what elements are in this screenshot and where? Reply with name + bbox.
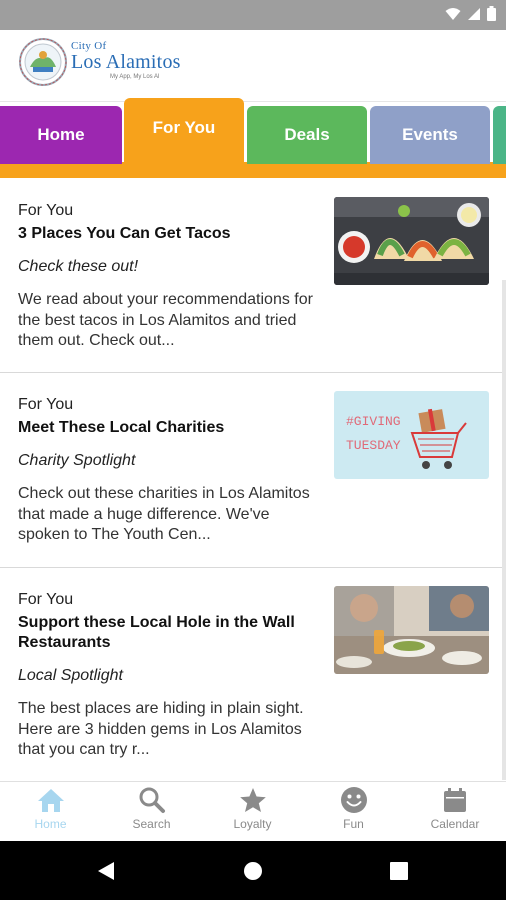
nav-calendar-label: Calendar <box>430 817 480 831</box>
app-header: City Of Los Alamitos My App, My Los Al <box>0 30 506 102</box>
card-subtitle: Local Spotlight <box>18 667 123 684</box>
logo-tagline: My App, My Los Al <box>110 74 160 80</box>
nav-calendar[interactable]: Calendar <box>404 786 506 842</box>
giving-tuesday-line1: #GIVING <box>346 414 401 429</box>
tab-deals[interactable]: Deals <box>247 106 367 164</box>
tab-events-label: Events <box>402 125 458 144</box>
giving-tuesday-line2: TUESDAY <box>346 438 401 453</box>
tab-more[interactable] <box>493 106 506 164</box>
home-icon <box>37 789 64 812</box>
tacos-image[interactable] <box>334 197 489 285</box>
card-category: For You <box>18 396 74 413</box>
tab-for-you-label: For You <box>152 118 216 137</box>
feed-card-restaurants[interactable]: For You Support these Local Hole in the … <box>0 569 506 780</box>
restaurant-image[interactable] <box>334 586 489 674</box>
logo-city-name: Los Alamitos <box>71 51 181 73</box>
nav-fun[interactable]: Fun <box>303 786 404 842</box>
card-text: For You 3 Places You Can Get Tacos Check… <box>18 201 318 352</box>
recents-square-icon[interactable] <box>390 862 408 880</box>
status-icons <box>445 6 496 21</box>
status-bar <box>0 0 506 30</box>
smiley-icon <box>340 787 367 813</box>
search-icon <box>139 787 165 813</box>
tab-home-label: Home <box>37 125 85 144</box>
card-title: Support these Local Hole in the Wall Res… <box>18 614 295 651</box>
nav-loyalty[interactable]: Loyalty <box>202 786 303 842</box>
feed-card-charities[interactable]: For You Meet These Local Charities Chari… <box>0 374 506 568</box>
card-text: For You Support these Local Hole in the … <box>18 590 318 761</box>
card-category: For You <box>18 202 74 219</box>
tab-events[interactable]: Events <box>370 106 490 164</box>
nav-home[interactable]: Home <box>0 786 101 842</box>
nav-home-label: Home <box>34 817 67 831</box>
card-title: 3 Places You Can Get Tacos <box>18 225 231 242</box>
giving-tuesday-image[interactable]: #GIVING TUESDAY <box>334 391 489 479</box>
nav-search-label: Search <box>132 817 171 831</box>
shopping-cart-icon: #GIVING TUESDAY <box>334 391 489 479</box>
tab-deals-label: Deals <box>284 125 330 144</box>
calendar-icon <box>444 788 466 812</box>
card-subtitle: Check these out! <box>18 258 139 275</box>
card-category: For You <box>18 591 74 608</box>
tab-home[interactable]: Home <box>0 106 122 164</box>
nav-fun-label: Fun <box>343 817 364 831</box>
card-description: We read about your recommendations for t… <box>18 291 313 349</box>
back-icon[interactable] <box>96 861 116 881</box>
city-seal-logo <box>19 38 67 86</box>
card-description: The best places are hiding in plain sigh… <box>18 700 304 758</box>
signal-icon <box>468 7 480 20</box>
battery-icon <box>487 6 496 21</box>
card-text: For You Meet These Local Charities Chari… <box>18 395 318 546</box>
tacos-photo-icon <box>334 197 489 285</box>
star-icon <box>239 788 266 812</box>
feed-scrollbar[interactable] <box>502 280 506 780</box>
category-tabs: Home Deals Events For You <box>0 98 506 180</box>
nav-loyalty-label: Loyalty <box>233 817 272 831</box>
nav-search[interactable]: Search <box>101 786 202 842</box>
feed-card-tacos[interactable]: For You 3 Places You Can Get Tacos Check… <box>0 180 506 373</box>
card-title: Meet These Local Charities <box>18 419 225 436</box>
active-tab-underbar <box>0 162 506 178</box>
bottom-navigation: Home Search Loyalty Fun Calendar <box>0 781 506 841</box>
wifi-icon <box>445 7 461 20</box>
dining-photo-icon <box>334 586 489 674</box>
home-circle-icon[interactable] <box>243 861 263 881</box>
tab-for-you[interactable]: For You <box>124 98 244 164</box>
system-navigation-bar <box>0 841 506 900</box>
for-you-feed[interactable]: For You 3 Places You Can Get Tacos Check… <box>0 180 506 780</box>
city-logo-wordmark: City Of Los Alamitos <box>71 40 181 72</box>
card-description: Check out these charities in Los Alamito… <box>18 485 310 543</box>
card-subtitle: Charity Spotlight <box>18 452 136 469</box>
